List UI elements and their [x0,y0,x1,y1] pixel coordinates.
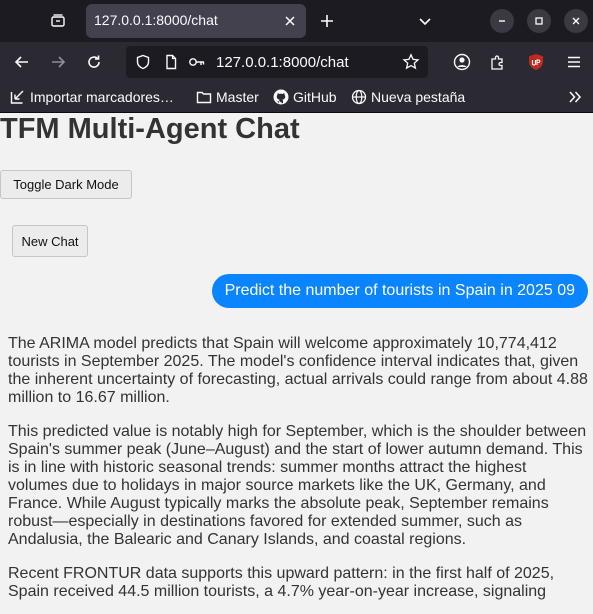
star-icon[interactable] [402,53,420,71]
folder-icon [196,91,212,104]
assistant-paragraph: Recent FRONTUR data supports this upward… [8,565,555,600]
bookmarks-overflow-button[interactable] [565,87,585,107]
assistant-paragraph: The ARIMA model predicts that Spain will… [8,335,588,406]
browser-tab-active[interactable]: 127.0.0.1:8000/chat [86,4,306,38]
bookmark-label: Master [216,89,259,105]
page-content: TFM Multi-Agent Chat Toggle Dark Mode Ne… [0,113,593,614]
hamburger-menu-icon [568,56,580,68]
bookmark-label: GitHub [293,89,337,105]
tab-list-button[interactable] [44,8,72,34]
toggle-dark-mode-button[interactable]: Toggle Dark Mode [0,170,132,199]
window-close-button[interactable] [564,9,588,33]
page-title: TFM Multi-Agent Chat [0,113,300,145]
bookmark-new-tab[interactable]: Nueva pestaña [351,87,465,107]
github-icon [273,89,289,105]
maximize-button[interactable] [527,9,551,33]
bookmark-master[interactable]: Master [196,87,259,107]
bookmark-github[interactable]: GitHub [273,87,337,107]
user-message-bubble: Predict the number of tourists in Spain … [211,274,588,308]
account-button[interactable] [448,48,476,76]
account-icon [453,53,471,71]
puzzle-icon [491,55,503,70]
ublock-icon [529,54,543,70]
close-icon [285,16,295,26]
tab-close-button[interactable] [280,11,300,31]
tab-list-icon [51,14,65,27]
minimize-button[interactable] [490,9,514,33]
page-icon[interactable] [162,53,180,71]
plus-icon [321,15,333,27]
close-icon [572,17,580,25]
maximize-icon [535,17,543,25]
chevron-down-icon [419,18,431,26]
forward-button[interactable] [44,48,72,76]
bookmark-import[interactable]: Importar marcadores… [10,87,174,107]
reload-button[interactable] [80,48,108,76]
bookmarks-toolbar: Importar marcadores… Master GitHub Nueva… [0,82,593,113]
arrow-right-icon [52,56,66,68]
navigation-toolbar: 127.0.0.1:8000/chat [0,42,593,82]
extensions-button[interactable] [484,48,512,76]
shield-icon[interactable] [134,53,152,71]
double-chevron-right-icon [569,91,582,103]
bookmark-label: Importar marcadores… [30,89,174,105]
new-tab-button[interactable] [314,8,340,34]
minimize-icon [499,20,505,22]
back-button[interactable] [8,48,36,76]
ublock-extension-button[interactable] [522,48,550,76]
key-icon[interactable] [188,53,206,71]
tab-title: 127.0.0.1:8000/chat [94,12,218,28]
list-all-tabs-button[interactable] [412,8,438,34]
assistant-message: The ARIMA model predicts that Spain will… [8,335,588,614]
arrow-left-icon [14,56,28,68]
bookmark-label: Nueva pestaña [371,89,466,105]
globe-icon [351,89,367,105]
address-bar[interactable]: 127.0.0.1:8000/chat [126,46,428,78]
menu-button[interactable] [560,48,588,76]
assistant-paragraph: This predicted value is notably high for… [8,423,587,548]
reload-icon [88,55,100,68]
browser-tab-strip: 127.0.0.1:8000/chat [0,0,593,42]
new-chat-button[interactable]: New Chat [12,225,88,257]
import-icon [10,90,24,104]
url-text[interactable]: 127.0.0.1:8000/chat [216,54,396,71]
